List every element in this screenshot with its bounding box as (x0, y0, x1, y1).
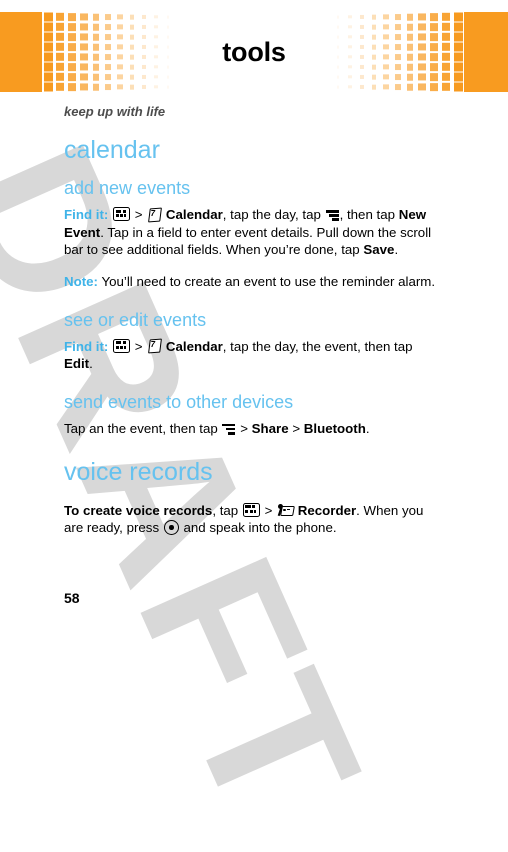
text-run: . (365, 420, 370, 436)
breadcrumb-separator: > (264, 502, 273, 518)
heading-add-new-events: add new events (64, 178, 191, 199)
text-run: Tap an the event, then tap (64, 420, 218, 436)
recorder-icon (277, 504, 295, 517)
text-run: , then tap (339, 207, 396, 223)
find-it-label: Find it: (64, 207, 109, 223)
paragraph-note: Note: You’ll need to create an event to … (64, 273, 444, 291)
breadcrumb-separator: > (240, 420, 248, 436)
breadcrumb-separator: > (134, 207, 143, 223)
calendar-icon: 7 (147, 207, 162, 222)
command-bluetooth: Bluetooth (303, 420, 366, 436)
heading-voice-records: voice records (64, 458, 213, 487)
text-run: . (89, 356, 93, 372)
text-run: . (394, 242, 399, 258)
page-title: tools (222, 36, 286, 67)
command-save: Save (363, 242, 395, 258)
app-name-calendar: Calendar (165, 207, 223, 223)
page-content: keep up with life calendar add new event… (64, 104, 444, 551)
page-header-banner: tools (0, 12, 508, 92)
text-run: , tap the day, tap (222, 207, 321, 223)
menu-grid-icon (113, 338, 131, 353)
menu-grid-icon (242, 502, 260, 517)
command-share: Share (251, 420, 289, 436)
menu-grid-icon (113, 207, 131, 222)
breadcrumb-separator: > (134, 338, 143, 354)
breadcrumb-separator: > (292, 420, 301, 436)
note-label: Note: (64, 274, 98, 290)
text-run: , tap the day, the event, then tap (222, 338, 413, 354)
heading-send-events-to-other-devices: send events to other devices (64, 391, 294, 412)
command-edit: Edit (64, 356, 90, 372)
menu-bars-icon (222, 423, 236, 435)
text-run: , tap (212, 502, 239, 518)
menu-bars-icon (325, 209, 339, 222)
lead-to-create-voice-records: To create voice records (64, 502, 213, 518)
heading-see-or-edit-events: see or edit events (64, 309, 207, 330)
center-key-icon (163, 520, 179, 536)
calendar-icon: 7 (147, 338, 162, 354)
paragraph-add-new-events: Find it: > 7 Calendar, tap the day, tap … (64, 206, 444, 259)
text-run: and speak into the phone. (183, 520, 337, 536)
chapter-kicker: keep up with life (64, 104, 166, 119)
app-name-recorder: Recorder (297, 502, 357, 518)
paragraph-send-events: Tap an the event, then tap > Share > Blu… (64, 420, 444, 438)
note-text: You’ll need to create an event to use th… (101, 274, 436, 290)
find-it-label: Find it: (64, 338, 109, 354)
app-name-calendar: Calendar (165, 338, 223, 354)
page-number: 58 (64, 590, 80, 606)
heading-calendar: calendar (64, 136, 160, 164)
paragraph-voice-records: To create voice records, tap > Recorder.… (64, 502, 444, 537)
paragraph-see-or-edit-events: Find it: > 7 Calendar, tap the day, the … (64, 338, 444, 373)
